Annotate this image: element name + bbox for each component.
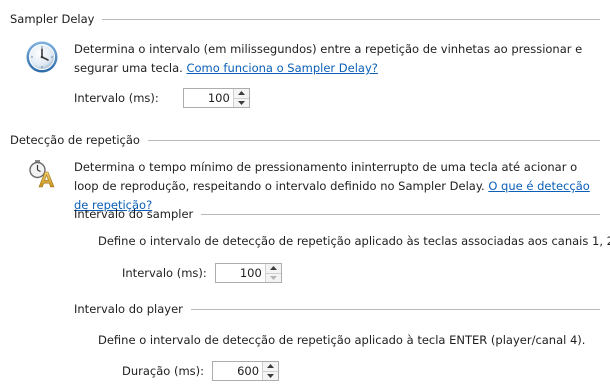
stopwatch-letter-icon — [27, 158, 55, 188]
arrow-up-icon — [267, 364, 275, 369]
sampler-interval-stepper-buttons — [264, 264, 281, 282]
repetition-header: Detecção de repetição — [10, 131, 600, 149]
player-interval-description: Define o intervalo de detecção de repeti… — [98, 333, 586, 347]
arrow-up-icon — [269, 266, 277, 271]
player-interval-stepper-buttons — [262, 362, 279, 380]
clock-icon — [26, 40, 60, 74]
player-interval-decrement-button[interactable] — [263, 370, 279, 380]
sampler-delay-title: Sampler Delay — [10, 12, 95, 26]
sampler-delay-decrement-button[interactable] — [233, 97, 249, 107]
sampler-interval-input[interactable] — [215, 264, 265, 282]
repetition-divider — [147, 139, 600, 141]
arrow-up-icon — [237, 91, 245, 96]
sampler-interval-divider — [201, 213, 600, 215]
sampler-interval-title: Intervalo do sampler — [74, 207, 194, 221]
repetition-title: Detecção de repetição — [10, 133, 140, 147]
sampler-delay-stepper-buttons — [232, 89, 249, 107]
sampler-interval-description: Define o intervalo de detecção de repeti… — [98, 234, 610, 248]
sampler-interval-decrement-button[interactable] — [265, 272, 281, 282]
sampler-delay-increment-button[interactable] — [233, 89, 249, 98]
arrow-down-icon — [267, 373, 275, 378]
sampler-delay-description: Determina o intervalo (em milissegundos)… — [74, 40, 594, 78]
sampler-delay-field-row: Intervalo (ms): — [74, 88, 250, 108]
sampler-delay-header: Sampler Delay — [10, 10, 600, 28]
sampler-interval-field-label: Intervalo (ms): — [122, 266, 207, 280]
sampler-delay-help-link[interactable]: Como funciona o Sampler Delay? — [186, 61, 377, 75]
sampler-interval-stepper — [214, 263, 282, 283]
player-interval-stepper — [212, 361, 280, 381]
player-interval-increment-button[interactable] — [263, 362, 279, 371]
sampler-delay-input[interactable] — [183, 89, 233, 107]
sampler-delay-divider — [102, 18, 600, 20]
player-interval-input[interactable] — [213, 362, 263, 380]
sampler-delay-field-label: Intervalo (ms): — [74, 91, 159, 105]
player-interval-divider — [190, 308, 600, 310]
sampler-interval-field-row: Intervalo (ms): — [122, 263, 282, 283]
player-interval-header: Intervalo do player — [74, 300, 600, 318]
arrow-down-icon — [237, 100, 245, 105]
player-interval-field-label: Duração (ms): — [122, 364, 205, 378]
sampler-interval-header: Intervalo do sampler — [74, 205, 600, 223]
player-interval-title: Intervalo do player — [74, 302, 183, 316]
sampler-interval-increment-button[interactable] — [265, 264, 281, 273]
player-interval-field-row: Duração (ms): — [122, 361, 280, 381]
arrow-down-icon — [269, 275, 277, 280]
sampler-delay-stepper — [182, 88, 250, 108]
